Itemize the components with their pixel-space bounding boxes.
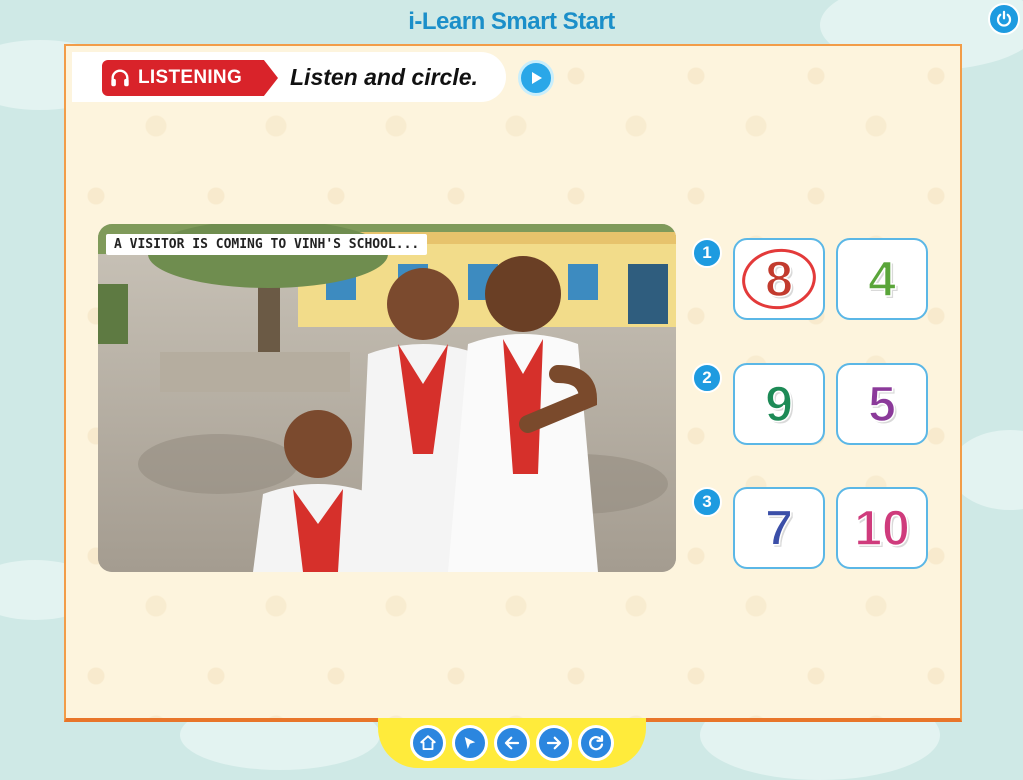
arrow-left-icon bbox=[504, 736, 520, 750]
option-value: 5 bbox=[867, 375, 896, 433]
q1-option-b[interactable]: 4 bbox=[836, 238, 928, 320]
home-icon bbox=[420, 735, 436, 750]
q3-option-a[interactable]: 7 bbox=[733, 487, 825, 569]
badge-label: LISTENING bbox=[138, 67, 243, 88]
app-title: i-Learn Smart Start bbox=[408, 8, 615, 35]
back-button[interactable] bbox=[494, 725, 530, 761]
listening-badge: LISTENING bbox=[102, 60, 278, 96]
headphones-icon bbox=[111, 69, 129, 87]
q2-option-b[interactable]: 5 bbox=[836, 363, 928, 445]
instruction-bar: LISTENING Listen and circle. bbox=[72, 52, 506, 102]
option-value: 10 bbox=[853, 499, 910, 557]
arrow-right-icon bbox=[546, 736, 562, 750]
option-value: 7 bbox=[764, 499, 793, 557]
photo-illustration bbox=[98, 224, 676, 572]
question-number-1: 1 bbox=[692, 238, 722, 268]
q2-option-a[interactable]: 9 bbox=[733, 363, 825, 445]
pointer-icon bbox=[464, 737, 476, 749]
activity-board: LISTENING Listen and circle. A VISITOR I… bbox=[64, 44, 962, 722]
refresh-icon bbox=[589, 735, 604, 751]
reload-button[interactable] bbox=[578, 725, 614, 761]
option-value: 4 bbox=[867, 250, 896, 308]
scene-photo: A VISITOR IS COMING TO VINH'S SCHOOL... bbox=[98, 224, 676, 572]
q3-option-b[interactable]: 10 bbox=[836, 487, 928, 569]
instruction-text: Listen and circle. bbox=[290, 64, 478, 90]
question-number-3: 3 bbox=[692, 487, 722, 517]
bottom-nav-bar bbox=[378, 718, 646, 768]
q1-option-a[interactable]: 8 bbox=[733, 238, 825, 320]
photo-caption: A VISITOR IS COMING TO VINH'S SCHOOL... bbox=[106, 234, 428, 255]
play-icon bbox=[532, 72, 542, 84]
play-audio-button[interactable] bbox=[518, 60, 554, 96]
forward-button[interactable] bbox=[536, 725, 572, 761]
question-number-2: 2 bbox=[692, 363, 722, 393]
selected-circle-mark bbox=[738, 244, 820, 314]
pointer-button[interactable] bbox=[452, 725, 488, 761]
home-button[interactable] bbox=[410, 725, 446, 761]
option-value: 9 bbox=[764, 375, 793, 433]
power-icon bbox=[996, 10, 1012, 27]
power-button[interactable] bbox=[988, 3, 1020, 35]
